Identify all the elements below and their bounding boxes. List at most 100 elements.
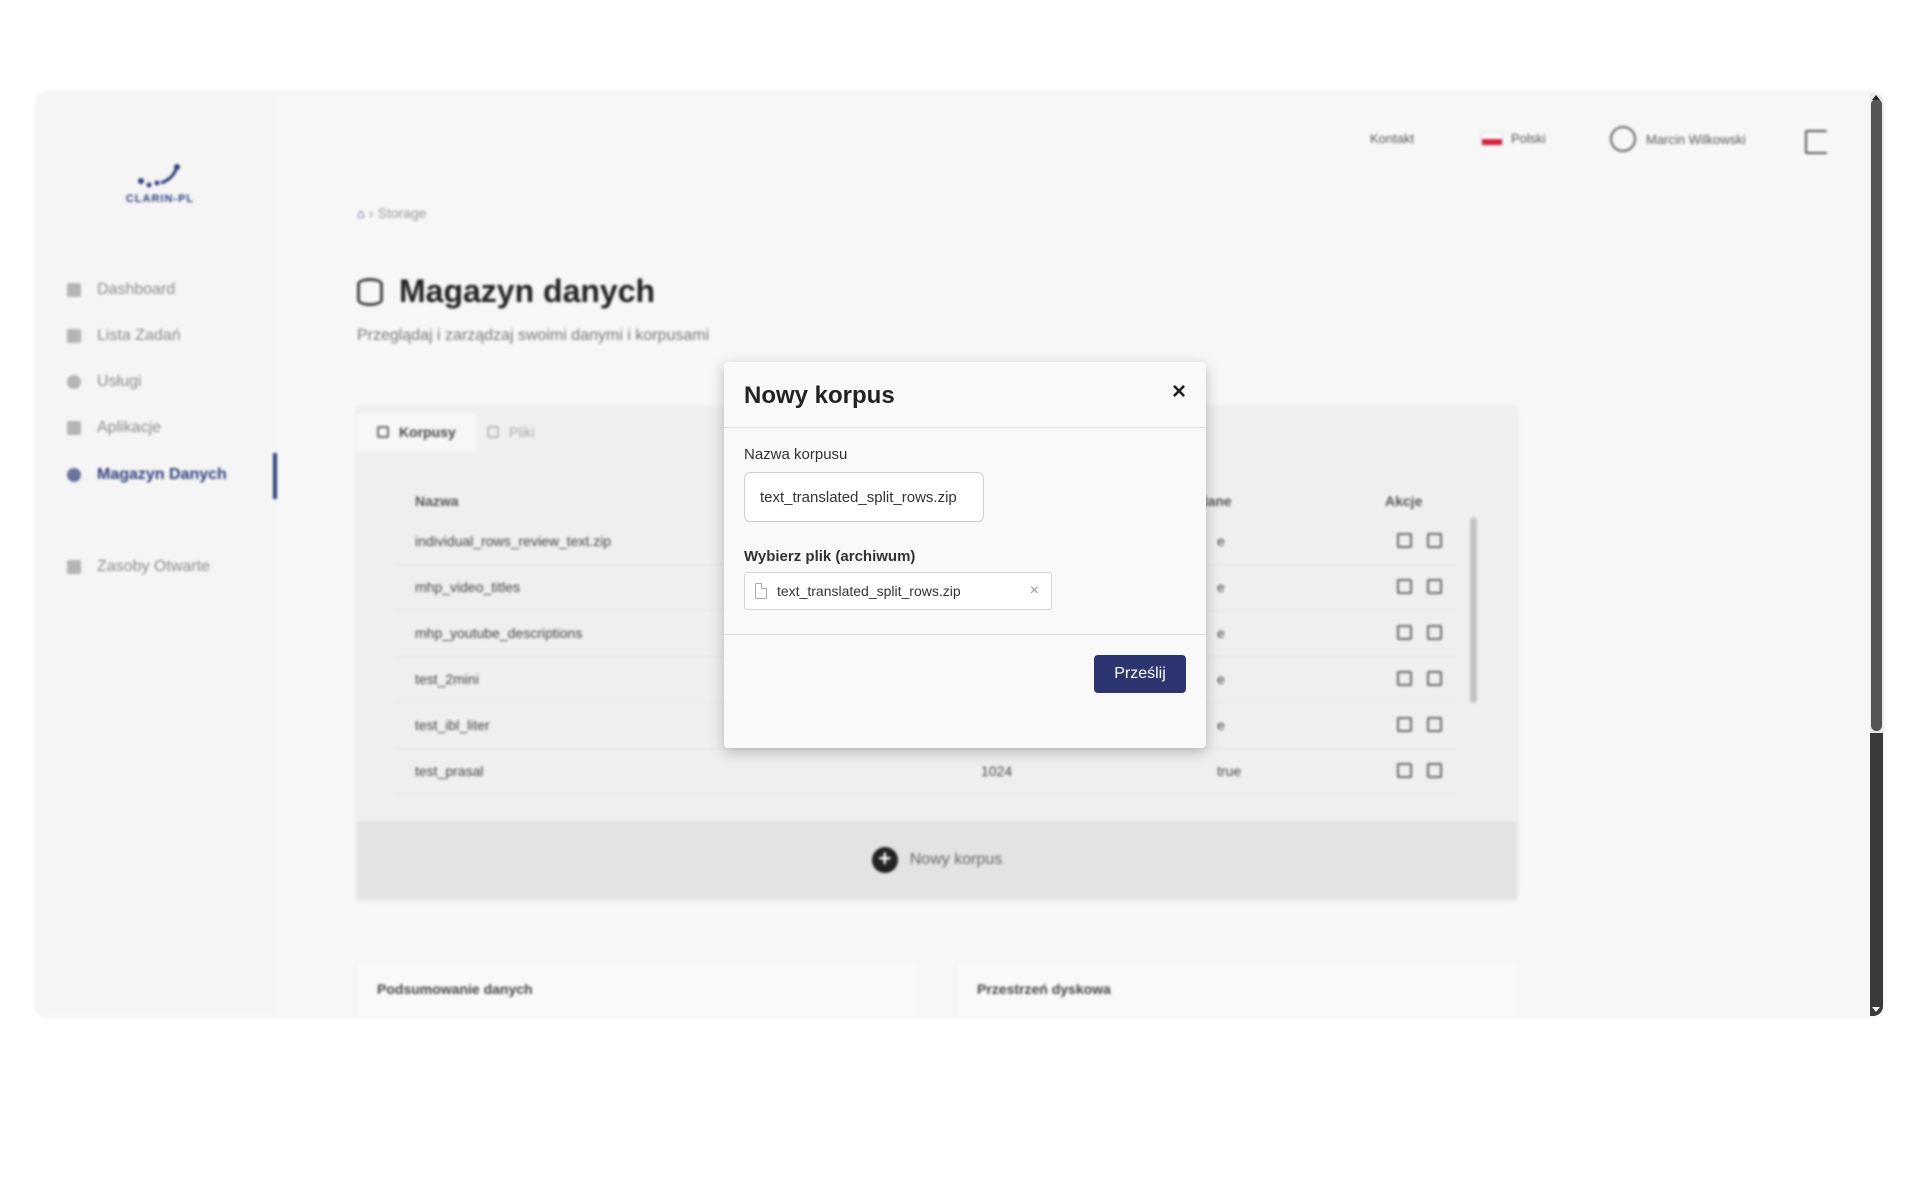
- page-title: Magazyn danych: [357, 273, 655, 310]
- corpus-size: 1024: [981, 763, 1013, 779]
- user-menu[interactable]: Marcin Wilkowski: [1610, 126, 1746, 152]
- user-icon: [1610, 126, 1636, 152]
- corpus-name: test_prasal: [415, 763, 484, 779]
- sidebar-item-label: Aplikacje: [97, 419, 162, 436]
- new-corpus-button[interactable]: + Nowy korpus: [357, 821, 1517, 899]
- corpus-flag: e: [1217, 717, 1225, 733]
- close-icon[interactable]: ×: [1172, 380, 1186, 404]
- modal-header: Nowy korpus ×: [724, 362, 1206, 428]
- sidebar-item-tasks[interactable]: Lista Zadań: [67, 323, 181, 349]
- page-scrollbar-track[interactable]: [1870, 733, 1883, 1016]
- page-subtitle: Przeglądaj i zarządzaj swoimi danymi i k…: [357, 327, 710, 344]
- tab-corpora[interactable]: Korpusy: [357, 413, 476, 451]
- sidebar-item-applications[interactable]: Aplikacje: [67, 415, 161, 441]
- breadcrumb-current: Storage: [377, 205, 427, 221]
- user-name: Marcin Wilkowski: [1646, 131, 1746, 147]
- corpus-name-label: Nazwa korpusu: [744, 446, 848, 463]
- new-corpus-label: Nowy korpus: [909, 851, 1003, 868]
- corpus-name: mhp_video_titles: [415, 579, 521, 595]
- plus-icon: +: [871, 847, 898, 873]
- sidebar-item-label: Lista Zadań: [97, 327, 181, 344]
- trash-icon[interactable]: [1427, 717, 1442, 732]
- breadcrumb: ⌂ › Storage: [357, 205, 427, 221]
- dashboard-icon: [67, 283, 81, 297]
- remove-file-icon[interactable]: ×: [1030, 582, 1039, 600]
- logo-text: CLARIN-PL: [125, 193, 195, 205]
- contact-label: Kontakt: [1370, 131, 1415, 146]
- sidebar-item-services[interactable]: Usługi: [67, 369, 141, 395]
- corpus-icon: [377, 426, 389, 438]
- sidebar-item-open-resources[interactable]: Zasoby Otwarte: [67, 554, 210, 580]
- corpus-name: individual_rows_review_text.zip: [415, 533, 612, 549]
- page-scrollbar-thumb[interactable]: [1871, 99, 1882, 731]
- selected-file-name: text_translated_split_rows.zip: [777, 583, 961, 599]
- trash-icon[interactable]: [1427, 763, 1442, 778]
- corpus-flag: e: [1217, 579, 1225, 595]
- logo-mark-icon: [138, 164, 180, 188]
- card-title: Przestrzeń dyskowa: [977, 981, 1111, 997]
- corpus-name: test_ibl_liter: [415, 717, 490, 733]
- page-title-text: Magazyn danych: [399, 273, 656, 309]
- tab-files[interactable]: Pliki: [467, 413, 555, 451]
- list-icon: [67, 329, 81, 343]
- scroll-up-arrow-icon[interactable]: [1872, 95, 1880, 100]
- trash-icon[interactable]: [1427, 533, 1442, 548]
- disk-space-card: Przestrzeń dyskowa: [957, 963, 1517, 1016]
- corpus-flag: true: [1217, 763, 1242, 779]
- folder-icon[interactable]: [1397, 763, 1412, 778]
- column-header-actions: Akcje: [1385, 493, 1423, 509]
- breadcrumb-separator: ›: [368, 205, 374, 221]
- table-row[interactable]: test_prasal 1024 true: [397, 749, 1457, 795]
- folder-icon[interactable]: [1397, 625, 1412, 640]
- sidebar-item-label: Usługi: [97, 373, 142, 390]
- contact-link[interactable]: Kontakt: [1370, 131, 1414, 146]
- archive-icon: [67, 560, 81, 574]
- modal-footer: Prześlij: [724, 634, 1206, 747]
- corpus-flag: e: [1217, 625, 1225, 641]
- poland-flag-icon: [1481, 131, 1503, 146]
- database-icon: [357, 277, 383, 306]
- scroll-down-arrow-icon[interactable]: [1872, 1007, 1880, 1012]
- sidebar-item-label: Dashboard: [97, 281, 176, 298]
- file-picker[interactable]: text_translated_split_rows.zip ×: [744, 572, 1052, 610]
- language-switch[interactable]: Polski: [1481, 131, 1546, 146]
- modal-body: Nazwa korpusu Wybierz plik (archiwum) te…: [724, 428, 1206, 634]
- home-icon[interactable]: ⌂: [357, 206, 365, 221]
- corpus-name: test_2mini: [415, 671, 479, 687]
- card-title: Podsumowanie danych: [377, 981, 533, 997]
- data-summary-card: Podsumowanie danych: [357, 963, 917, 1016]
- folder-icon[interactable]: [1397, 717, 1412, 732]
- modal-title: Nowy korpus: [744, 382, 895, 409]
- file-select-label: Wybierz plik (archiwum): [744, 548, 916, 565]
- sidebar-item-storage[interactable]: Magazyn Danych: [67, 462, 227, 488]
- corpus-flag: e: [1217, 671, 1225, 687]
- sidebar-item-label: Zasoby Otwarte: [97, 558, 210, 575]
- trash-icon[interactable]: [1427, 625, 1442, 640]
- clarin-logo[interactable]: CLARIN-PL: [115, 163, 205, 213]
- submit-button[interactable]: Prześlij: [1094, 655, 1186, 693]
- database-icon: [67, 468, 81, 482]
- sidebar-item-label: Magazyn Danych: [97, 466, 227, 483]
- folder-icon[interactable]: [1397, 533, 1412, 548]
- corpus-flag: e: [1217, 533, 1225, 549]
- tab-label: Korpusy: [399, 424, 456, 440]
- trash-icon[interactable]: [1427, 579, 1442, 594]
- sidebar: CLARIN-PL Dashboard Lista Zadań Usługi A…: [37, 93, 277, 1016]
- window-icon: [67, 421, 81, 435]
- corpus-name: mhp_youtube_descriptions: [415, 625, 583, 641]
- language-label: Polski: [1511, 131, 1546, 146]
- active-indicator: [273, 453, 277, 499]
- trash-icon[interactable]: [1427, 671, 1442, 686]
- tab-label: Pliki: [509, 424, 535, 440]
- folder-icon[interactable]: [1397, 671, 1412, 686]
- folder-icon[interactable]: [1397, 579, 1412, 594]
- table-scrollbar-thumb[interactable]: [1470, 517, 1477, 703]
- corpus-name-input[interactable]: [744, 472, 984, 522]
- new-corpus-modal: Nowy korpus × Nazwa korpusu Wybierz plik…: [724, 362, 1206, 748]
- services-icon: [67, 375, 81, 389]
- document-icon: [755, 583, 767, 599]
- logout-icon[interactable]: [1805, 130, 1827, 154]
- sidebar-item-dashboard[interactable]: Dashboard: [67, 277, 175, 303]
- file-icon: [487, 426, 499, 438]
- column-header-name[interactable]: Nazwa: [415, 493, 459, 509]
